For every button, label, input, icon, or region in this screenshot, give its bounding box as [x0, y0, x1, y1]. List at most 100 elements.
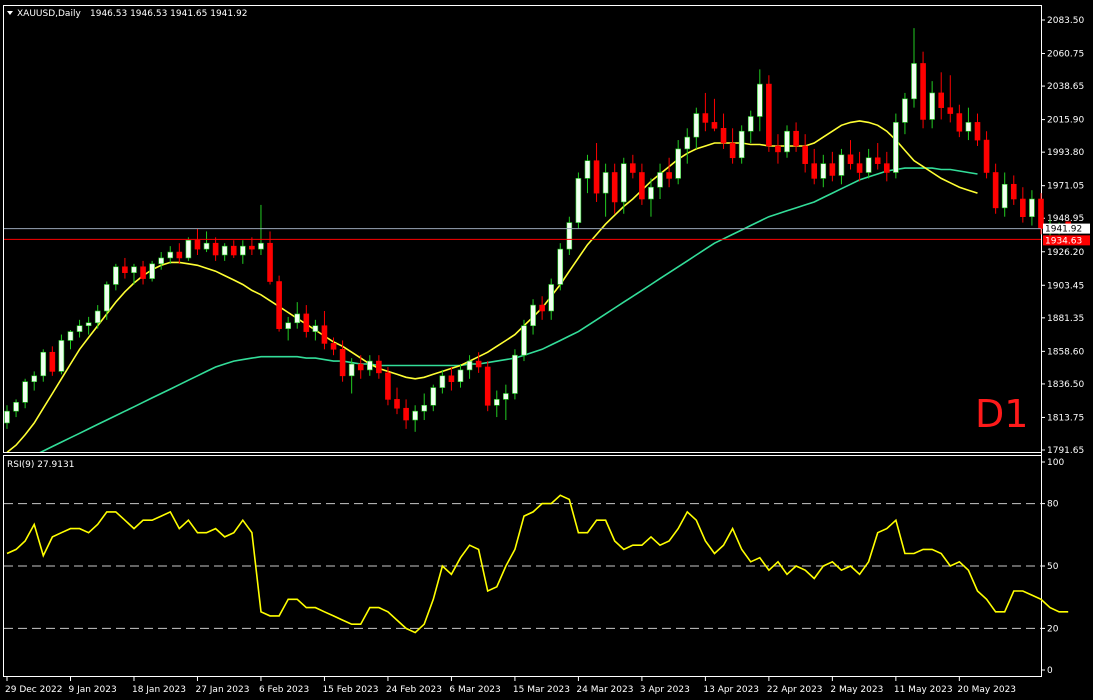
svg-text:1934.63: 1934.63: [1045, 236, 1082, 246]
candle-body: [720, 127, 727, 144]
current-price-tag: 1941.92: [1043, 223, 1090, 235]
candle-body: [385, 372, 391, 400]
candle-body: [947, 107, 954, 114]
candle-body: [684, 136, 691, 150]
price-tick-label: 1971.05: [1047, 182, 1084, 192]
candle-body: [203, 242, 210, 250]
candle-body: [448, 375, 455, 383]
rsi-header: RSI(9) 27.9131: [7, 460, 74, 470]
candle-body: [729, 142, 736, 159]
candle-body: [820, 163, 827, 179]
candle-body: [711, 122, 718, 129]
candle-body: [376, 360, 382, 374]
candle-body: [611, 172, 618, 203]
candle-body: [230, 245, 237, 256]
candle-body: [893, 122, 899, 173]
candle-body: [348, 363, 355, 377]
candle-body: [493, 399, 500, 406]
price-tick-label: 1858.60: [1047, 347, 1084, 357]
candle-body: [294, 313, 301, 324]
candle-body: [784, 130, 790, 153]
candle-body: [475, 360, 482, 368]
candle-body: [811, 163, 818, 179]
time-tick-label: 29 Dec 2022: [5, 685, 63, 695]
price-tick-label: 1926.20: [1047, 248, 1084, 258]
candle-body: [539, 304, 545, 312]
time-tick-label: 15 Feb 2023: [322, 685, 378, 695]
candle-body: [249, 245, 255, 250]
price-tick-label: 2015.90: [1047, 116, 1084, 126]
candle-body: [158, 257, 164, 265]
candle-body: [584, 160, 591, 179]
time-tick-label: 22 Apr 2023: [767, 685, 823, 695]
candle-body: [974, 122, 981, 141]
time-tick-label: 9 Jan 2023: [68, 685, 116, 695]
candle-body: [40, 351, 47, 377]
candle-body: [403, 407, 409, 421]
price-tick-label: 1993.80: [1047, 148, 1084, 158]
symbol-label: XAUUSD,Daily: [17, 9, 81, 19]
candle-body: [267, 242, 273, 282]
ohlc-text: 1946.53 1946.53 1941.65 1941.92: [90, 9, 247, 19]
time-tick-label: 20 May 2023: [957, 685, 1016, 695]
candle-body: [176, 251, 183, 259]
candle-body: [757, 83, 763, 117]
candle-body: [167, 251, 174, 259]
candle-body: [738, 130, 745, 159]
chart-canvas: 2083.50 2060.75 2038.65 2015.90 1993.80 1971.…: [3, 5, 1090, 695]
candle-body: [22, 381, 28, 403]
candle-body: [258, 242, 264, 250]
candle-body: [929, 92, 935, 120]
triangle-down-icon[interactable]: [7, 11, 13, 15]
candle-body: [303, 313, 310, 332]
candle-body: [575, 178, 582, 223]
candle-body: [85, 322, 92, 327]
time-tick-label: 13 Apr 2023: [703, 685, 759, 695]
candle-body: [412, 410, 418, 421]
candle-body: [339, 348, 346, 377]
candle-body: [630, 163, 636, 173]
candle-body: [847, 154, 854, 164]
rsi-levels: 100 80 50 20 0: [4, 458, 1064, 676]
candle-body: [657, 172, 663, 188]
candle-body: [512, 354, 518, 394]
svg-text:1941.92: 1941.92: [1045, 225, 1082, 235]
candle-body: [503, 393, 509, 400]
time-tick-label: 18 Jan 2023: [132, 685, 186, 695]
candle-body: [530, 304, 536, 327]
rsi-line: [6, 494, 1069, 634]
price-tick-label: 1813.75: [1047, 413, 1084, 423]
candle-body: [675, 148, 681, 179]
candle-body: [1038, 198, 1044, 229]
candle-body: [439, 375, 446, 388]
candle-body: [94, 310, 101, 324]
candle-body: [430, 387, 437, 406]
time-tick-label: 6 Mar 2023: [449, 685, 500, 695]
candle-body: [648, 186, 654, 200]
time-tick-label: 3 Apr 2023: [640, 685, 690, 695]
time-tick-label: 2 May 2023: [830, 685, 883, 695]
candle-body: [775, 145, 781, 153]
chart-header[interactable]: XAUUSD,Daily 1946.53 1946.53 1941.65 194…: [7, 9, 247, 19]
candle-body: [122, 266, 128, 273]
candle-body: [793, 130, 799, 147]
candle-body: [13, 402, 19, 412]
rsi-tick-label: 0: [1047, 666, 1053, 676]
candle-body: [920, 63, 926, 120]
time-tick-label: 11 May 2023: [894, 685, 953, 695]
candle-body: [1001, 183, 1008, 209]
candle-body: [131, 266, 137, 273]
candle-body: [557, 248, 564, 285]
candle-body: [593, 160, 600, 194]
candle-body: [702, 113, 709, 123]
rsi-tick-label: 50: [1047, 562, 1059, 572]
candles: [4, 28, 1071, 432]
candle-body: [394, 399, 400, 409]
candle-body: [484, 366, 491, 406]
candle-body: [113, 266, 119, 285]
candle-body: [357, 363, 364, 371]
price-tick-label: 2083.50: [1047, 16, 1084, 26]
candle-body: [602, 172, 609, 194]
candle-body: [140, 266, 146, 279]
candle-body: [856, 163, 863, 173]
